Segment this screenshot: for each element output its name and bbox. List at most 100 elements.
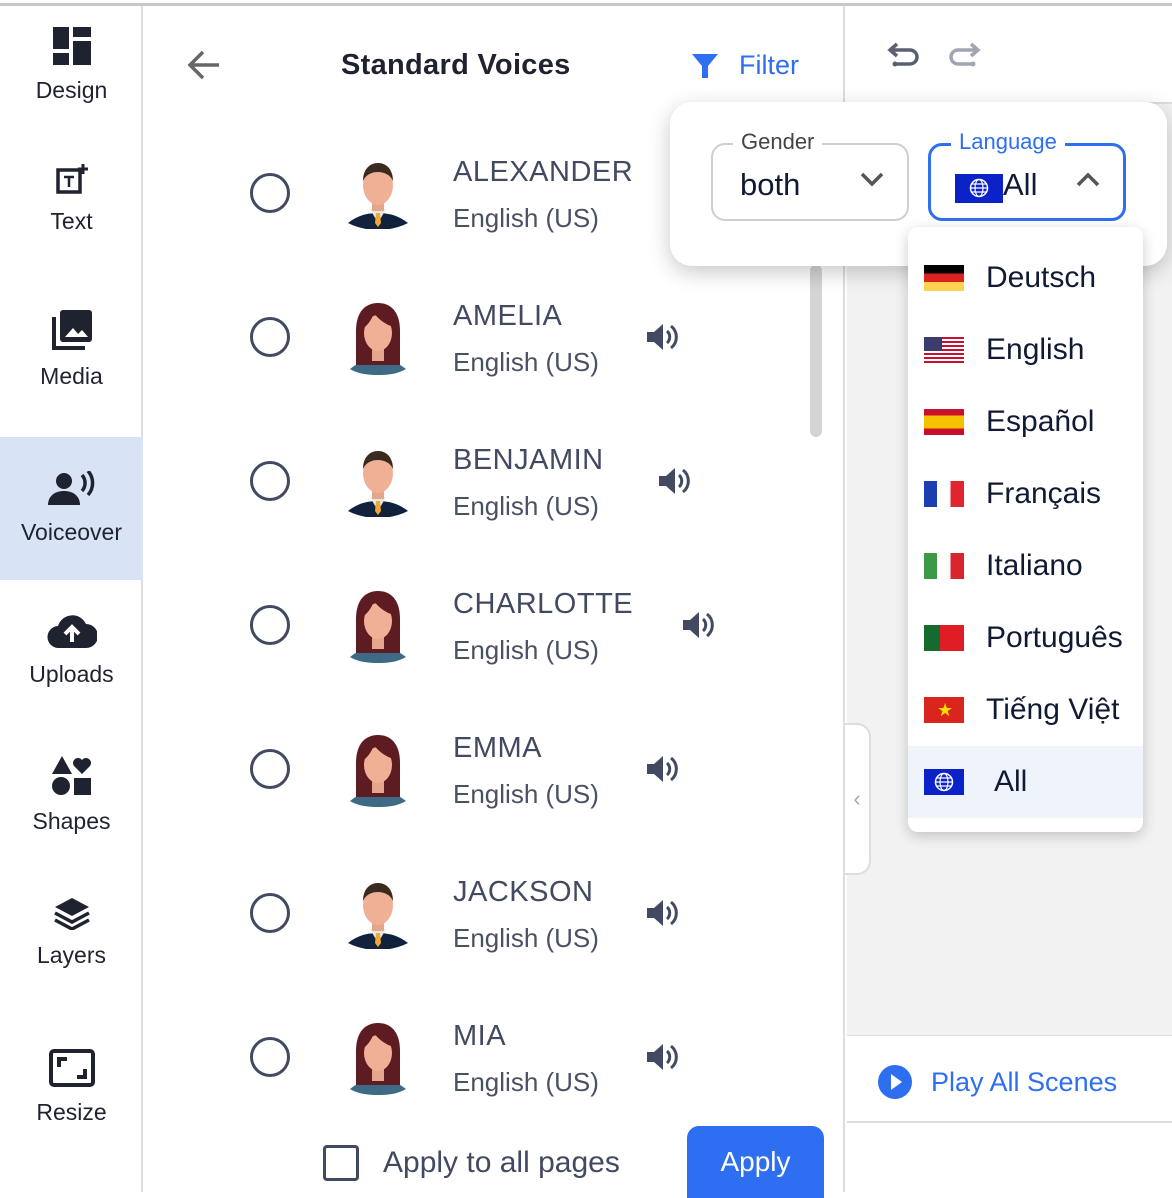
voice-language: English (US) xyxy=(453,1067,599,1097)
sidebar-item-text[interactable]: Text xyxy=(0,128,143,271)
sidebar-item-layers[interactable]: Layers xyxy=(0,862,143,1005)
flag-de-icon xyxy=(924,265,964,291)
speaker-icon[interactable] xyxy=(657,466,691,501)
language-select[interactable]: Language All xyxy=(928,129,1126,221)
female-avatar-icon xyxy=(348,733,408,812)
female-avatar-icon xyxy=(348,1021,408,1100)
speaker-icon[interactable] xyxy=(681,610,715,645)
flag-globe-icon xyxy=(924,769,964,795)
voice-radio[interactable] xyxy=(250,1037,290,1077)
language-option-label: Português xyxy=(986,621,1123,654)
text-add-icon xyxy=(55,164,88,196)
sidebar-item-uploads[interactable]: Uploads xyxy=(0,580,143,723)
sidebar-item-label: Text xyxy=(50,208,93,234)
undo-icon[interactable] xyxy=(887,40,921,70)
filter-icon xyxy=(692,53,718,78)
voice-language: English (US) xyxy=(453,779,599,809)
male-avatar-icon xyxy=(348,877,408,954)
sidebar-item-label: Shapes xyxy=(32,808,111,834)
panel-title: Standard Voices xyxy=(341,49,571,81)
speaker-icon[interactable] xyxy=(645,898,679,933)
chevron-up-icon xyxy=(1076,172,1100,187)
play-icon xyxy=(878,1065,912,1099)
voice-radio[interactable] xyxy=(250,461,290,501)
voice-radio[interactable] xyxy=(250,317,290,357)
male-avatar-icon xyxy=(348,157,408,234)
voice-row[interactable]: EMMA English (US) xyxy=(145,709,825,829)
voice-language: English (US) xyxy=(453,923,599,953)
language-option-us[interactable]: English xyxy=(908,314,1143,386)
scrollbar[interactable] xyxy=(810,265,822,437)
filter-label: Filter xyxy=(739,50,799,80)
female-avatar-icon xyxy=(348,301,408,380)
language-option-vn[interactable]: ★ Tiếng Việt xyxy=(908,674,1143,746)
language-option-pt[interactable]: Português xyxy=(908,602,1143,674)
apply-all-label: Apply to all pages xyxy=(383,1146,620,1179)
language-option-label: Español xyxy=(986,405,1095,438)
gender-value: both xyxy=(740,167,801,202)
flag-fr-icon xyxy=(924,481,964,507)
language-option-fr[interactable]: Français xyxy=(908,458,1143,530)
flag-globe-icon xyxy=(955,174,1003,203)
language-option-label: Français xyxy=(986,477,1102,510)
voice-name: CHARLOTTE xyxy=(453,588,634,620)
arrow-left-icon xyxy=(187,50,219,80)
speaker-icon[interactable] xyxy=(645,754,679,789)
sidebar: Design Text Media Voiceover Uploads Shapes Lay… xyxy=(0,6,143,1192)
voice-radio[interactable] xyxy=(250,605,290,645)
flag-es-icon xyxy=(924,409,964,435)
voice-radio[interactable] xyxy=(250,749,290,789)
voice-language: English (US) xyxy=(453,635,599,665)
voice-row[interactable]: AMELIA English (US) xyxy=(145,277,825,397)
voice-radio[interactable] xyxy=(250,173,290,213)
voice-row[interactable]: BENJAMIN English (US) xyxy=(145,421,825,541)
voice-name: AMELIA xyxy=(453,300,563,332)
sidebar-item-shapes[interactable]: Shapes xyxy=(0,724,143,867)
design-grid-icon xyxy=(52,27,91,65)
sidebar-item-label: Voiceover xyxy=(20,519,122,545)
voice-radio[interactable] xyxy=(250,893,290,933)
language-option-it[interactable]: Italiano xyxy=(908,530,1143,602)
play-all-scenes-button[interactable]: Play All Scenes xyxy=(877,1064,1117,1100)
speaker-icon[interactable] xyxy=(645,1042,679,1077)
language-option-label: Deutsch xyxy=(986,261,1097,294)
language-option-es[interactable]: Español xyxy=(908,386,1143,458)
back-button[interactable] xyxy=(185,46,223,89)
sidebar-item-voiceover[interactable]: Voiceover xyxy=(0,437,143,580)
sidebar-item-label: Design xyxy=(35,77,108,103)
play-all-label: Play All Scenes xyxy=(931,1066,1118,1097)
voice-row[interactable]: JACKSON English (US) xyxy=(145,853,825,973)
voice-row[interactable]: CHARLOTTE English (US) xyxy=(145,565,825,685)
resize-icon xyxy=(48,1049,95,1087)
sidebar-item-media[interactable]: Media xyxy=(0,278,143,421)
voice-name: MIA xyxy=(453,1020,507,1052)
voice-language: English (US) xyxy=(453,491,599,521)
voice-row[interactable]: MIA English (US) xyxy=(145,997,825,1117)
filter-button[interactable]: Filter xyxy=(691,50,799,81)
language-option-label: Italiano xyxy=(986,549,1083,582)
apply-button[interactable]: Apply xyxy=(687,1126,824,1198)
gender-select[interactable]: Gender both xyxy=(711,129,909,221)
speaker-icon[interactable] xyxy=(645,322,679,357)
sidebar-item-design[interactable]: Design xyxy=(0,0,143,137)
voice-name: ALEXANDER xyxy=(453,156,634,188)
voice-name: JACKSON xyxy=(453,876,594,908)
language-option-de[interactable]: Deutsch xyxy=(908,242,1143,314)
redo-icon[interactable] xyxy=(947,40,981,70)
language-option-globe[interactable]: All xyxy=(908,746,1143,818)
gender-label: Gender xyxy=(733,129,823,155)
cloud-upload-icon xyxy=(47,615,97,649)
male-avatar-icon xyxy=(348,445,408,522)
flag-it-icon xyxy=(924,553,964,579)
sidebar-item-label: Media xyxy=(40,363,103,389)
sidebar-item-resize[interactable]: Resize xyxy=(0,1016,143,1159)
collapse-panel-handle[interactable]: ‹ xyxy=(845,723,871,875)
apply-all-checkbox[interactable] xyxy=(323,1145,359,1181)
sidebar-item-label: Resize xyxy=(36,1099,107,1125)
flag-pt-icon xyxy=(924,625,964,651)
voice-language: English (US) xyxy=(453,203,599,233)
shapes-icon xyxy=(51,756,92,796)
voiceover-icon xyxy=(47,471,96,507)
scenes-bar: Play All Scenes xyxy=(847,1035,1172,1123)
voice-name: EMMA xyxy=(453,732,542,764)
